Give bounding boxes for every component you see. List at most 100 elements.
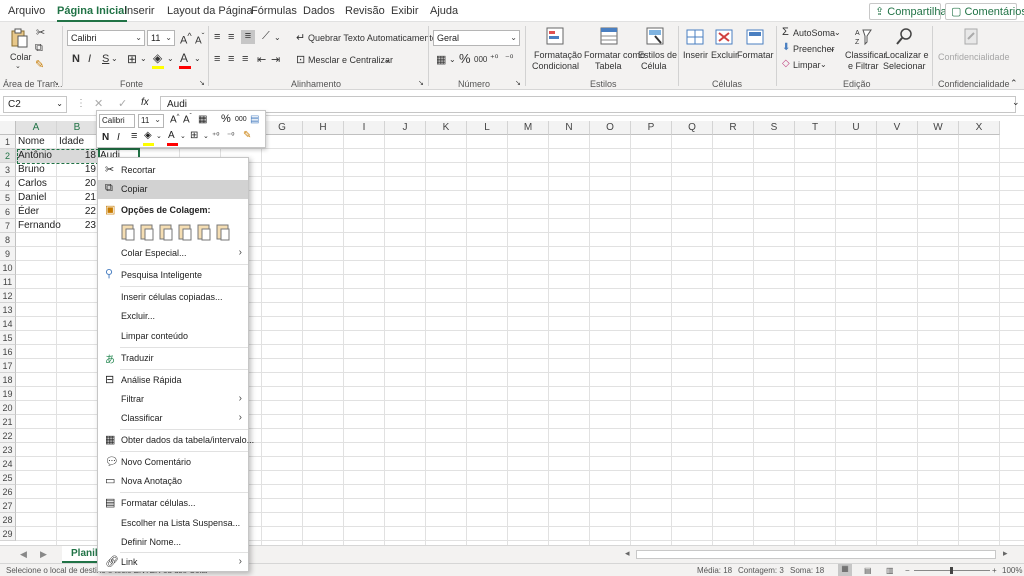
orientation-icon[interactable]: ⟋ bbox=[262, 30, 270, 43]
menu-item-formatar-celulas[interactable]: ▤ Formatar células... bbox=[98, 494, 248, 513]
row-header-19[interactable]: 19 bbox=[0, 387, 16, 401]
decrease-indent-icon[interactable]: ⇤ bbox=[257, 53, 266, 66]
italic-button[interactable]: I bbox=[88, 53, 91, 65]
dialog-launcher-icon[interactable]: ↘ bbox=[53, 79, 59, 87]
column-header-i[interactable]: I bbox=[344, 121, 385, 135]
menu-item-traduzir[interactable]: あ Traduzir bbox=[98, 349, 248, 368]
row-header-25[interactable]: 25 bbox=[0, 471, 16, 485]
menu-item-link[interactable]: 🔗︎ Link › bbox=[98, 553, 248, 572]
page-layout-icon[interactable]: ▤ bbox=[864, 566, 872, 575]
row-header-12[interactable]: 12 bbox=[0, 289, 16, 303]
row-header-1[interactable]: 1 bbox=[0, 135, 16, 149]
row-header-5[interactable]: 5 bbox=[0, 191, 16, 205]
mini-font-combo[interactable]: Calibri bbox=[99, 114, 135, 128]
mini-increase-decimal-icon[interactable]: ⁺⁰ bbox=[212, 131, 219, 140]
column-header-q[interactable]: Q bbox=[672, 121, 713, 135]
align-right-icon[interactable]: ≡ bbox=[242, 53, 248, 65]
cell-styles-button[interactable]: Estilos de Célula bbox=[638, 25, 677, 77]
enter-icon[interactable]: ✓ bbox=[118, 97, 127, 110]
format-as-table-button[interactable]: Formatar como Tabela bbox=[582, 25, 645, 77]
find-select-button[interactable]: Localizar e Selecionar bbox=[883, 25, 929, 77]
mini-bold-button[interactable]: N bbox=[102, 132, 109, 143]
tab-arquivo[interactable]: Arquivo bbox=[8, 5, 45, 17]
cell-b1[interactable]: Idade bbox=[57, 135, 98, 149]
chevron-down-icon[interactable]: ⌄ bbox=[180, 132, 186, 140]
delete-cells-button[interactable]: Excluir bbox=[711, 25, 739, 77]
tab-revisao[interactable]: Revisão bbox=[345, 5, 385, 17]
bold-button[interactable]: N bbox=[72, 53, 80, 65]
row-header-24[interactable]: 24 bbox=[0, 457, 16, 471]
formula-input[interactable]: Audi bbox=[160, 96, 1016, 113]
align-center-icon[interactable]: ≡ bbox=[228, 53, 234, 65]
menu-item-pesquisa-inteligente[interactable]: ⚲ Pesquisa Inteligente bbox=[98, 266, 248, 285]
menu-item-limpar-conteudo[interactable]: Limpar conteúdo bbox=[98, 327, 248, 346]
row-header-23[interactable]: 23 bbox=[0, 443, 16, 457]
column-header-g[interactable]: G bbox=[262, 121, 303, 135]
cell-b7[interactable]: 23 bbox=[57, 219, 98, 233]
row-header-18[interactable]: 18 bbox=[0, 373, 16, 387]
mini-accounting-icon[interactable]: ▦ bbox=[198, 114, 207, 125]
menu-item-inserir-celulas[interactable]: Inserir células copiadas... bbox=[98, 288, 248, 307]
menu-item-copiar[interactable]: ⧉ Copiar bbox=[98, 180, 248, 199]
cell-a4[interactable]: Carlos bbox=[16, 177, 57, 191]
column-header-x[interactable]: X bbox=[959, 121, 1000, 135]
row-header-15[interactable]: 15 bbox=[0, 331, 16, 345]
mini-italic-button[interactable]: I bbox=[117, 132, 120, 143]
dialog-launcher-icon[interactable]: ↘ bbox=[515, 79, 521, 87]
zoom-in-icon[interactable]: + bbox=[992, 566, 997, 575]
menu-item-nova-anotacao[interactable]: ▭ Nova Anotação bbox=[98, 472, 248, 491]
chevron-down-icon[interactable]: ⌄ bbox=[194, 54, 201, 63]
tab-formulas[interactable]: Fórmulas bbox=[251, 5, 297, 17]
borders-icon[interactable]: ⊞ bbox=[127, 52, 137, 66]
mini-size-combo[interactable]: 11 ⌄ bbox=[138, 114, 164, 128]
zoom-level[interactable]: 100% bbox=[1002, 566, 1022, 575]
menu-item-obter-dados[interactable]: ▦ Obter dados da tabela/intervalo... bbox=[98, 431, 254, 450]
insert-cells-button[interactable]: Inserir bbox=[683, 25, 709, 77]
cell-b6[interactable]: 22 bbox=[57, 205, 98, 219]
cell-a6[interactable]: Éder bbox=[16, 205, 57, 219]
column-header-a[interactable]: A bbox=[16, 121, 57, 135]
cell-b3[interactable]: 19 bbox=[57, 163, 98, 177]
tab-exibir[interactable]: Exibir bbox=[391, 5, 419, 17]
column-header-s[interactable]: S bbox=[754, 121, 795, 135]
dialog-launcher-icon[interactable]: ↘ bbox=[199, 79, 205, 87]
prev-sheet-icon[interactable]: ◀ bbox=[20, 549, 27, 560]
align-bottom-icon[interactable]: ≡ bbox=[241, 30, 255, 44]
cancel-icon[interactable]: ✕ bbox=[94, 97, 103, 110]
chevron-down-icon[interactable]: ⌄ bbox=[449, 55, 456, 64]
tab-pagina-inicial[interactable]: Página Inicial bbox=[57, 5, 128, 22]
tab-layout[interactable]: Layout da Página bbox=[167, 5, 253, 17]
number-format-combo[interactable]: Geral ⌄ bbox=[433, 30, 520, 46]
menu-item-recortar[interactable]: ✂ Recortar bbox=[98, 161, 248, 180]
column-header-h[interactable]: H bbox=[303, 121, 344, 135]
increase-decimal-icon[interactable]: ⁺⁰ bbox=[490, 53, 498, 64]
font-size-combo[interactable]: 11 ⌄ bbox=[147, 30, 175, 46]
row-header-6[interactable]: 6 bbox=[0, 205, 16, 219]
column-header-t[interactable]: T bbox=[795, 121, 836, 135]
format-painter-icon[interactable]: ✎ bbox=[35, 58, 44, 71]
tab-dados[interactable]: Dados bbox=[303, 5, 335, 17]
scroll-left-icon[interactable]: ◂ bbox=[625, 548, 630, 559]
mini-format-table-icon[interactable]: ▤ bbox=[250, 114, 259, 125]
menu-item-analise-rapida[interactable]: ⊟ Análise Rápida bbox=[98, 371, 248, 390]
mini-decrease-decimal-icon[interactable]: ⁻⁰ bbox=[227, 131, 234, 140]
cut-icon[interactable]: ✂ bbox=[36, 26, 45, 39]
row-header-26[interactable]: 26 bbox=[0, 485, 16, 499]
column-header-o[interactable]: O bbox=[590, 121, 631, 135]
row-header-17[interactable]: 17 bbox=[0, 359, 16, 373]
chevron-down-icon[interactable]: ⌄ bbox=[111, 54, 118, 63]
row-header-20[interactable]: 20 bbox=[0, 401, 16, 415]
percent-button[interactable]: % bbox=[459, 51, 471, 66]
cell-a7[interactable]: Fernando bbox=[16, 219, 61, 233]
horizontal-scrollbar[interactable] bbox=[636, 550, 996, 559]
accounting-format-icon[interactable]: ▦ bbox=[436, 53, 446, 66]
mini-percent-button[interactable]: % bbox=[221, 113, 231, 125]
row-header-21[interactable]: 21 bbox=[0, 415, 16, 429]
column-header-p[interactable]: P bbox=[631, 121, 672, 135]
row-header-10[interactable]: 10 bbox=[0, 261, 16, 275]
normal-view-icon[interactable]: ▦ bbox=[838, 564, 852, 576]
column-header-k[interactable]: K bbox=[426, 121, 467, 135]
page-break-icon[interactable]: ▥ bbox=[886, 566, 894, 575]
mini-fill-color-icon[interactable]: ◈ bbox=[144, 130, 152, 141]
chevron-down-icon[interactable]: ⌄ bbox=[274, 33, 281, 42]
